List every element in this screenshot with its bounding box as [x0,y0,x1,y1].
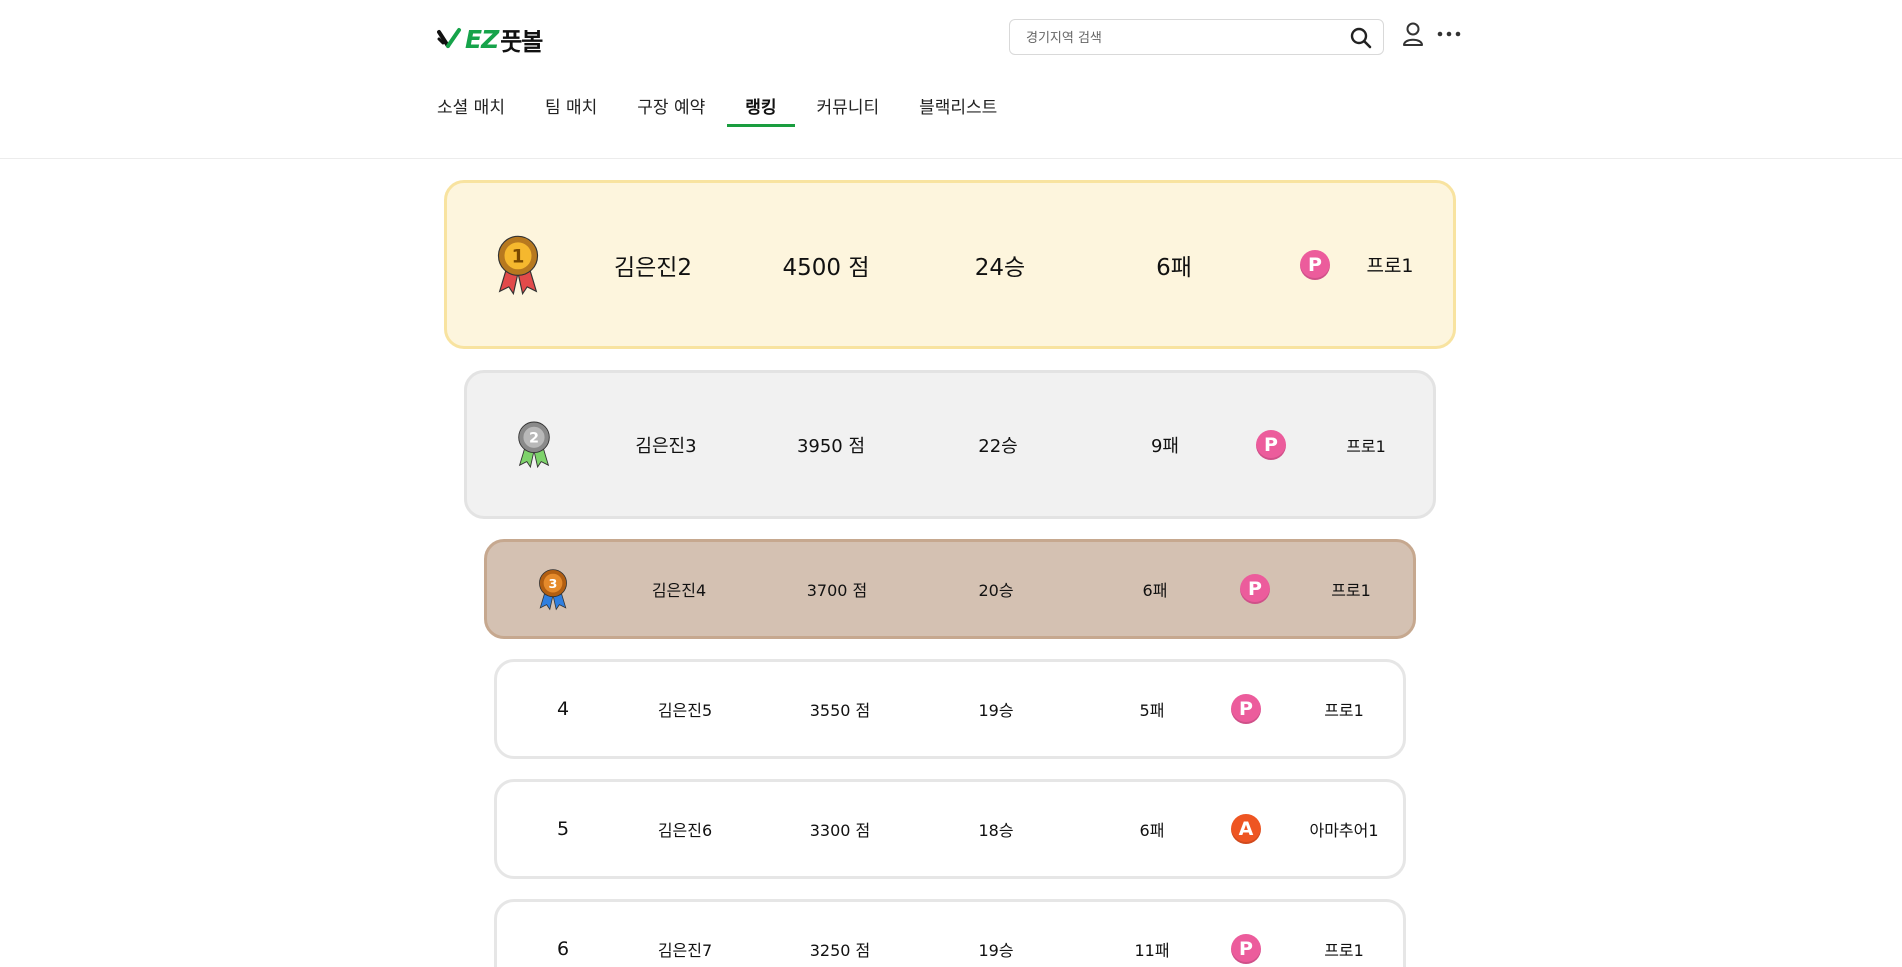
player-losses: 6패 [1139,821,1165,840]
player-tier: 프로1 [1366,255,1414,277]
player-wins: 18승 [978,821,1014,840]
player-tier: 아마추어1 [1309,821,1379,840]
player-tier: 프로1 [1331,581,1371,600]
ranking-row[interactable]: 4 김은진5 3550 점 19승 5패 P 프로1 [494,659,1406,759]
amateur-tier-badge: A [1231,814,1261,844]
player-wins: 19승 [978,701,1014,720]
player-name: 김은진4 [651,581,707,600]
player-points: 3700 점 [806,581,868,600]
player-losses: 6패 [1142,581,1168,600]
player-tier: 프로1 [1324,701,1364,720]
more-icon[interactable] [1436,24,1462,44]
silver-medal-icon: 2 [518,421,550,469]
nav-community[interactable]: 커뮤니티 [817,91,880,127]
nav-field-booking[interactable]: 구장 예약 [637,91,705,127]
ranking-row[interactable]: 3 김은진4 3700 점 20승 6패 P 프로1 [484,539,1416,639]
player-losses: 11패 [1134,941,1170,960]
search-icon[interactable] [1349,26,1373,50]
rank-number: 4 [556,698,570,720]
player-points: 3250 점 [809,941,871,960]
player-losses: 9패 [1150,435,1179,457]
medal-rank-number: 3 [549,576,558,591]
pro-tier-badge: P [1231,934,1261,964]
pro-tier-badge: P [1231,694,1261,724]
region-search-input[interactable] [1026,26,1326,50]
player-wins: 19승 [978,941,1014,960]
player-name: 김은진3 [635,435,697,457]
player-points: 3950 점 [796,435,866,457]
user-icon[interactable] [1401,21,1425,47]
ez-football-logo[interactable]: EZ 풋볼 [437,24,543,56]
ranking-row[interactable]: 1 김은진2 4500 점 24승 6패 P 프로1 [444,180,1456,349]
ranking-row[interactable]: 6 김은진7 3250 점 19승 11패 P 프로1 [494,899,1406,967]
player-name: 김은진5 [657,701,713,720]
nav-blacklist[interactable]: 블랙리스트 [919,91,997,127]
ranking-row[interactable]: 2 김은진3 3950 점 22승 9패 P 프로1 [464,370,1436,519]
main-nav: 소셜 매치 팀 매치 구장 예약 랭킹 커뮤니티 블랙리스트 [437,91,1037,127]
player-points: 3300 점 [809,821,871,840]
medal-rank-number: 2 [529,431,539,447]
medal-rank-number: 1 [512,246,525,267]
player-points: 4500 점 [782,254,870,281]
site-header: EZ 풋볼 소셜 매치 팀 매치 구장 예약 랭킹 커뮤니티 블랙리스트 [0,0,1902,159]
bronze-medal-icon: 3 [539,568,567,610]
player-tier: 프로1 [1346,436,1386,456]
region-search-box [1009,19,1384,55]
player-name: 김은진2 [613,254,693,281]
pro-tier-badge: P [1240,574,1270,604]
player-name: 김은진7 [657,941,713,960]
logo-text-korean: 풋볼 [500,27,543,56]
rank-number: 6 [556,938,570,960]
player-wins: 20승 [978,581,1014,600]
player-tier: 프로1 [1324,941,1364,960]
rank-number: 5 [556,818,570,840]
player-wins: 24승 [974,254,1026,281]
player-losses: 6패 [1156,254,1192,281]
player-name: 김은진6 [657,821,713,840]
ranking-row[interactable]: 5 김은진6 3300 점 18승 6패 A 아마추어1 [494,779,1406,879]
logo-text-ez: EZ [465,24,499,54]
gold-medal-icon: 1 [497,235,539,295]
nav-social-match[interactable]: 소셜 매치 [437,91,505,127]
nav-team-match[interactable]: 팀 매치 [545,91,597,127]
logo-mark-icon [437,28,461,48]
player-losses: 5패 [1139,701,1165,720]
nav-ranking[interactable]: 랭킹 [727,91,795,127]
pro-tier-badge: P [1256,429,1286,460]
player-points: 3550 점 [809,701,871,720]
player-wins: 22승 [978,435,1018,457]
